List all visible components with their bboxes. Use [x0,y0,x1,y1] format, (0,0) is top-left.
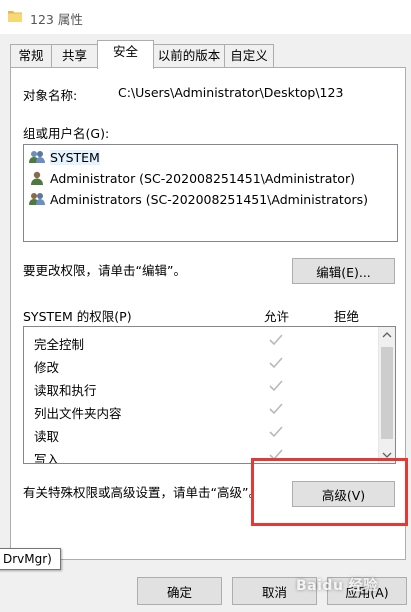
tab-strip: 常规 共享 安全 以前的版本 自定义 [0,34,411,69]
tooltip: DrvMgr) [0,548,61,570]
object-name-label: 对象名称: [23,88,78,103]
group-name: Administrators (SC-202008251451\Administ… [50,191,368,207]
permission-name: 完全控制 [34,337,85,352]
check-icon [269,334,283,346]
groups-label: 组或用户名(G): [23,126,110,141]
group-name: Administrator (SC-202008251451\Administr… [50,170,355,186]
watermark: Baidu 经验 [296,578,378,594]
window-title: 123 属性 [30,12,83,27]
advanced-hint: 有关特殊权限或高级设置，请单击“高级”。 [23,485,261,500]
check-icon [269,403,283,415]
group-user-list[interactable]: SYSTEM Administrator (SC-202008251451\Ad… [23,144,398,242]
group-name: SYSTEM [50,149,100,165]
title-bar: 123 属性 [0,0,411,34]
table-row: 写入 [24,446,376,464]
scroll-down-icon[interactable] [379,446,395,463]
table-row: 读取 [24,423,376,446]
security-panel: 对象名称: C:\Users\Administrator\Desktop\123… [10,67,406,560]
tab-security[interactable]: 安全 [97,40,154,69]
list-item[interactable]: SYSTEM [28,147,100,167]
permissions-label: SYSTEM 的权限(P) [23,309,132,324]
check-icon [269,380,283,392]
users-group-icon [29,193,45,205]
permission-name: 修改 [34,360,60,375]
folder-icon [8,11,22,22]
permission-name: 读取和执行 [34,383,97,398]
table-row: 读取和执行 [24,377,376,400]
advanced-button[interactable]: 高级(V) [292,481,395,507]
table-row: 完全控制 [24,331,376,354]
users-group-icon [29,151,45,163]
ok-button[interactable]: 确定 [137,577,222,605]
permission-name: 写入 [34,452,60,464]
list-item[interactable]: Administrator (SC-202008251451\Administr… [28,168,355,188]
table-row: 修改 [24,354,376,377]
table-row: 列出文件夹内容 [24,400,376,423]
allow-header: 允许 [264,309,290,324]
scroll-up-icon[interactable] [379,327,395,344]
user-icon [31,171,43,185]
permissions-list[interactable]: 完全控制 修改 读取和执行 列出文件夹内容 读取 写入 [23,326,396,464]
check-icon [269,426,283,438]
tab-previous-versions[interactable]: 以前的版本 [153,44,225,68]
permission-name: 列出文件夹内容 [34,406,122,421]
tab-general[interactable]: 常规 [10,44,52,68]
vertical-scrollbar[interactable] [378,327,395,463]
object-name-value: C:\Users\Administrator\Desktop\123 [118,85,344,100]
scrollbar-thumb[interactable] [381,347,393,439]
change-permissions-hint: 要更改权限，请单击“编辑”。 [23,263,186,278]
check-icon [269,357,283,369]
tab-sharing[interactable]: 共享 [51,44,98,68]
tab-customize[interactable]: 自定义 [224,44,274,68]
check-icon [269,449,283,461]
list-item[interactable]: Administrators (SC-202008251451\Administ… [28,189,368,209]
edit-button[interactable]: 编辑(E)... [292,258,395,284]
permission-name: 读取 [34,429,60,444]
deny-header: 拒绝 [334,309,360,324]
